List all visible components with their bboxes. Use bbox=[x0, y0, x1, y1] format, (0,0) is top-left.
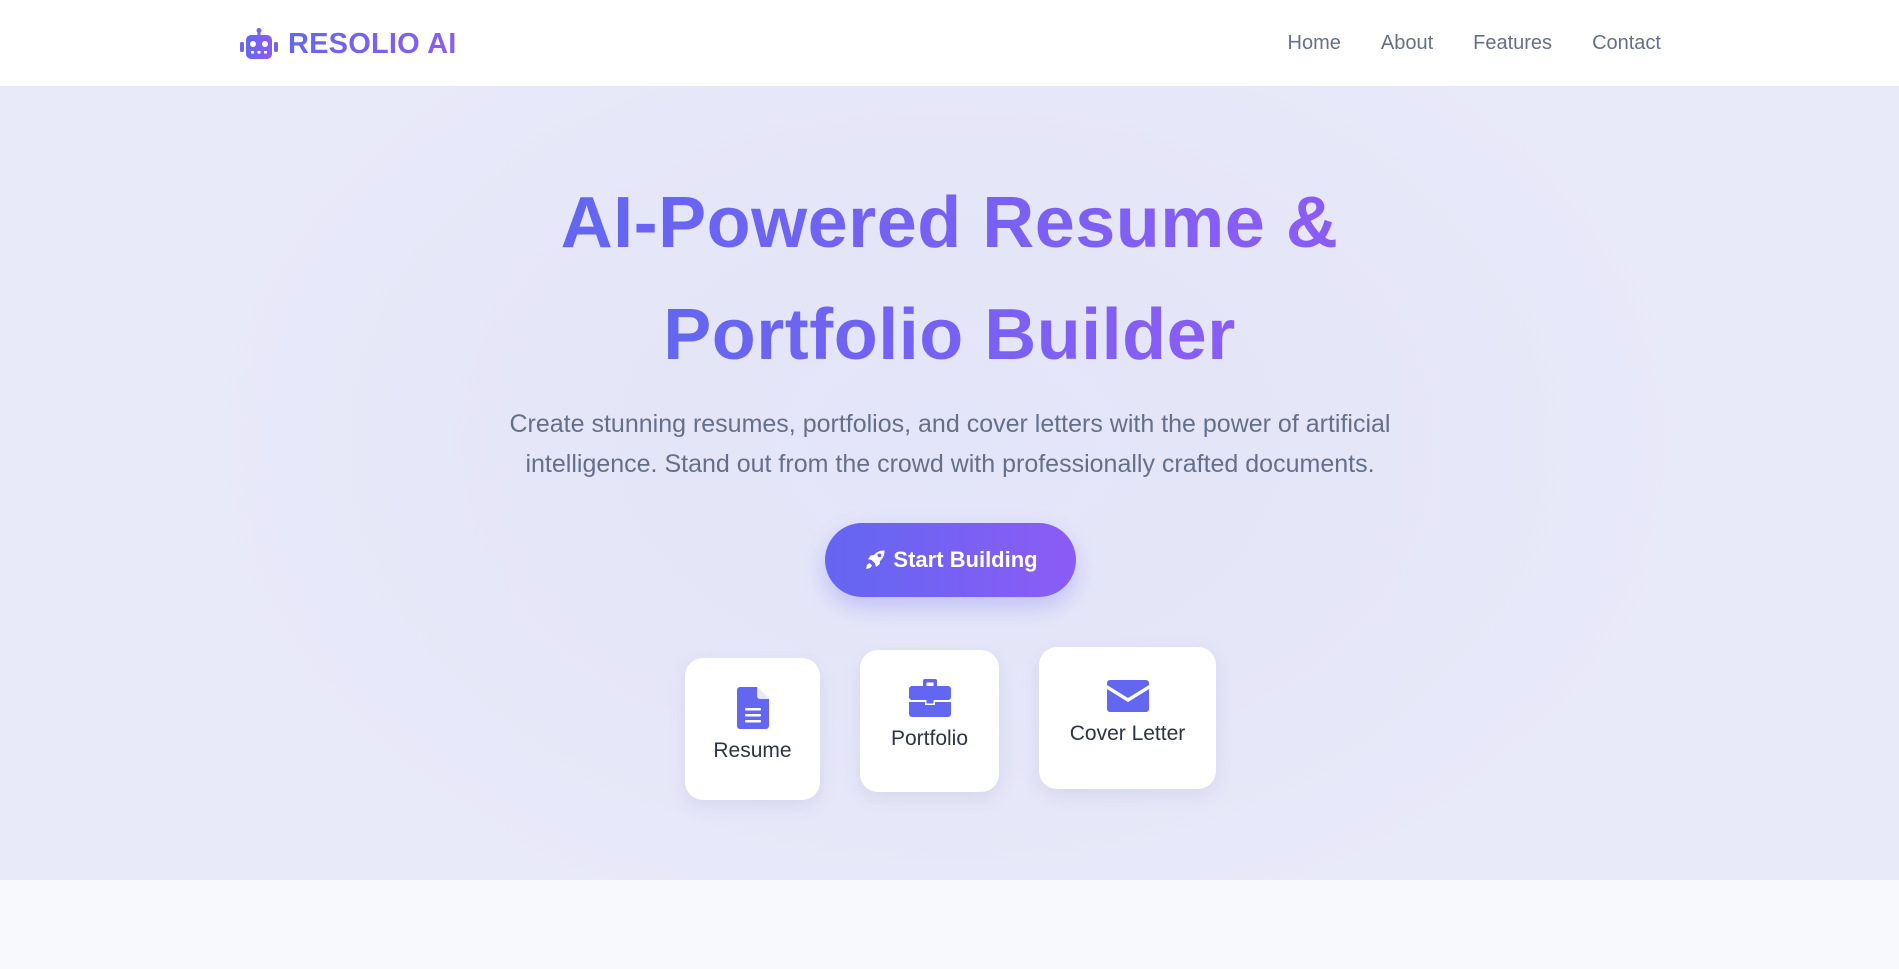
hero-section: AI-Powered Resume & Portfolio Builder Cr… bbox=[0, 87, 1899, 880]
features-section bbox=[0, 880, 1899, 969]
robot-icon bbox=[240, 28, 278, 59]
cover-letter-card-label: Cover Letter bbox=[1069, 722, 1186, 745]
nav-link-contact[interactable]: Contact bbox=[1592, 32, 1661, 55]
start-building-label: Start Building bbox=[893, 547, 1038, 572]
rocket-icon bbox=[866, 550, 885, 569]
site-header: RESOLIO AI Home About Features Contact bbox=[0, 0, 1899, 87]
resume-card-label: Resume bbox=[713, 739, 792, 762]
hero-title-line-1: AI-Powered Resume & bbox=[560, 183, 1339, 263]
resume-card[interactable]: Resume bbox=[685, 658, 820, 800]
hero-subtitle: Create stunning resumes, portfolios, and… bbox=[509, 410, 1391, 478]
cover-letter-card[interactable]: Cover Letter bbox=[1039, 647, 1216, 789]
portfolio-card[interactable]: Portfolio bbox=[860, 650, 999, 792]
nav-link-home[interactable]: Home bbox=[1288, 32, 1341, 55]
envelope-icon bbox=[1106, 680, 1149, 712]
start-building-button[interactable]: Start Building bbox=[825, 523, 1076, 597]
brand-logo-link[interactable]: RESOLIO AI bbox=[239, 24, 457, 64]
nav-link-about[interactable]: About bbox=[1381, 32, 1433, 55]
brand-name: RESOLIO AI bbox=[288, 27, 457, 60]
main-nav: Home About Features Contact bbox=[1288, 26, 1662, 60]
hero-title-line-2: Portfolio Builder bbox=[663, 295, 1236, 375]
nav-link-features[interactable]: Features bbox=[1473, 32, 1552, 55]
document-icon bbox=[736, 687, 769, 729]
hero-title: AI-Powered Resume & Portfolio Builder bbox=[0, 167, 1899, 391]
portfolio-card-label: Portfolio bbox=[890, 727, 969, 750]
briefcase-icon bbox=[908, 679, 951, 717]
